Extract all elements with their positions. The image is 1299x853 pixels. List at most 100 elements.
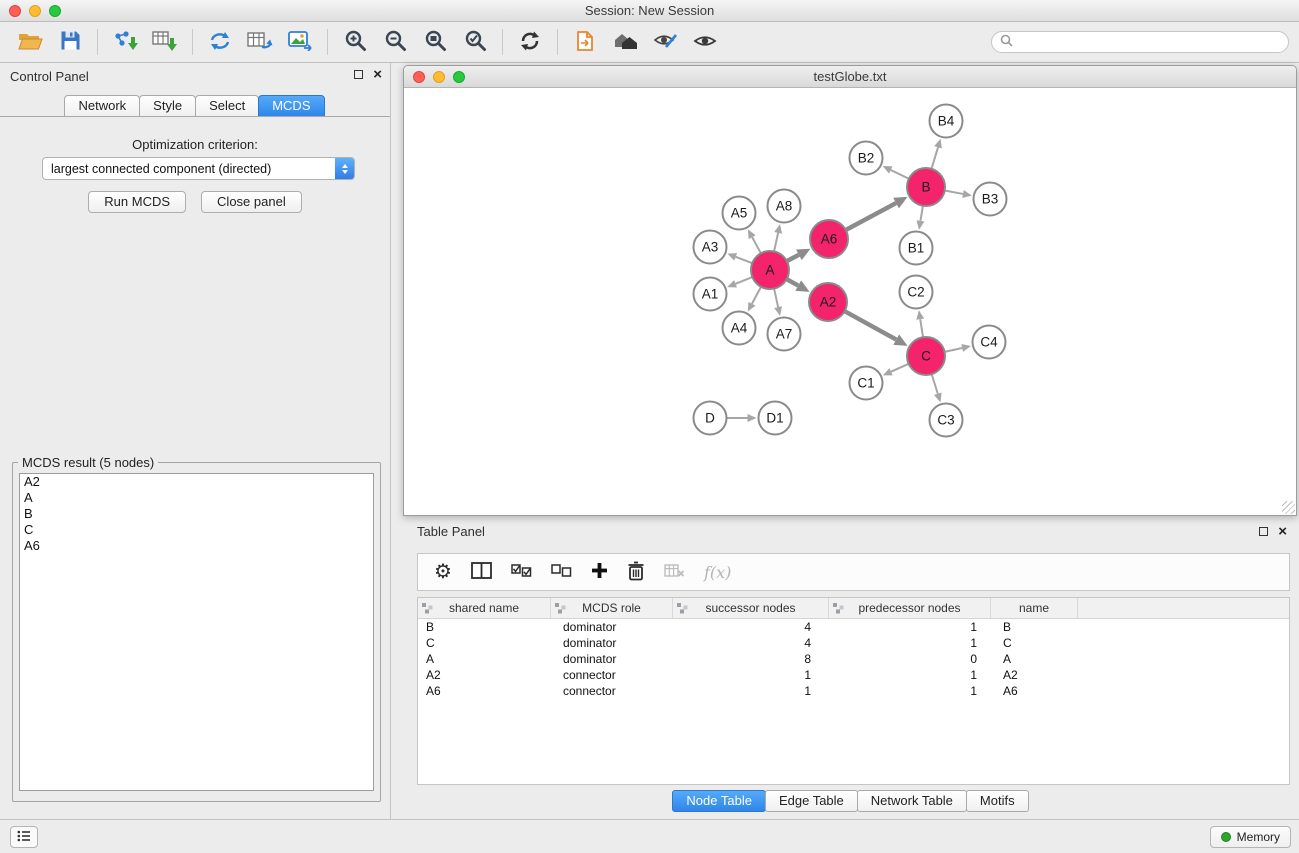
save-session-button[interactable] xyxy=(50,25,90,59)
titlebar: Session: New Session xyxy=(0,0,1299,22)
tab-style[interactable]: Style xyxy=(139,95,196,117)
table-row[interactable]: Bdominator41B xyxy=(418,619,1289,635)
mcds-result-list[interactable]: A2ABCA6 xyxy=(19,473,374,791)
table-row[interactable]: A6connector11A6 xyxy=(418,683,1289,699)
function-builder-button[interactable]: f(x) xyxy=(704,563,731,582)
zoom-in-button[interactable] xyxy=(335,25,375,59)
column-header-name[interactable]: name xyxy=(991,598,1078,618)
table-cell: connector xyxy=(551,683,673,699)
graph-edge[interactable] xyxy=(945,191,963,194)
graph-edge[interactable] xyxy=(774,289,778,308)
tab-network-table[interactable]: Network Table xyxy=(857,790,967,812)
control-panel-tabs: Network Style Select MCDS xyxy=(0,95,390,117)
table-cell: 1 xyxy=(829,619,991,635)
task-history-button[interactable] xyxy=(10,826,38,848)
import-network-table-button[interactable] xyxy=(240,25,280,59)
graph-edge[interactable] xyxy=(787,279,799,285)
show-hide-button[interactable] xyxy=(685,25,725,59)
table-close-panel-icon[interactable]: × xyxy=(1278,527,1287,536)
column-header-mcds-role[interactable]: MCDS role xyxy=(551,598,673,618)
network-graph[interactable]: B4B2BB3A5A8A6B1A3AC2A1A2A4A7C4CC1C3DD1 xyxy=(404,88,1296,515)
annotation-button[interactable] xyxy=(645,25,685,59)
graph-edge[interactable] xyxy=(752,287,761,304)
minimize-window-button[interactable] xyxy=(29,5,41,17)
export-image-button[interactable] xyxy=(280,25,320,59)
open-session-button[interactable] xyxy=(10,25,50,59)
mcds-result-item[interactable]: A6 xyxy=(20,538,373,554)
column-header-predecessor-nodes[interactable]: predecessor nodes xyxy=(829,598,991,618)
zoom-selected-button[interactable] xyxy=(455,25,495,59)
create-column-button[interactable] xyxy=(591,562,608,582)
tab-edge-table[interactable]: Edge Table xyxy=(765,790,858,812)
graph-edge[interactable] xyxy=(774,233,778,252)
run-mcds-button[interactable]: Run MCDS xyxy=(88,191,186,213)
zoom-in-icon xyxy=(344,29,367,55)
graph-node-label: B xyxy=(921,180,930,195)
tab-network[interactable]: Network xyxy=(64,95,140,117)
graph-edge[interactable] xyxy=(846,203,896,230)
tab-select[interactable]: Select xyxy=(195,95,259,117)
import-network-button[interactable] xyxy=(105,25,145,59)
column-visibility-button[interactable] xyxy=(471,562,492,582)
close-window-button[interactable] xyxy=(9,5,21,17)
table-body: Bdominator41BCdominator41CAdominator80AA… xyxy=(418,619,1289,699)
network-zoom-button[interactable] xyxy=(453,71,465,83)
resize-grip-icon[interactable] xyxy=(1282,501,1295,514)
table-row[interactable]: A2connector11A2 xyxy=(418,667,1289,683)
eye-icon xyxy=(693,32,717,53)
status-bar: Memory xyxy=(0,819,1299,853)
clone-network-button[interactable] xyxy=(200,25,240,59)
column-header-shared-name[interactable]: shared name xyxy=(418,598,551,618)
zoom-out-button[interactable] xyxy=(375,25,415,59)
zoom-fit-button[interactable] xyxy=(415,25,455,59)
network-close-button[interactable] xyxy=(413,71,425,83)
graph-edge[interactable] xyxy=(752,237,761,253)
table-cell: C xyxy=(418,635,551,651)
tab-mcds[interactable]: MCDS xyxy=(258,95,324,117)
edge-arrowhead-icon xyxy=(727,253,737,260)
graph-edge[interactable] xyxy=(932,147,939,168)
select-all-rows-button[interactable] xyxy=(511,564,532,581)
graph-edge[interactable] xyxy=(787,255,799,261)
graph-edge[interactable] xyxy=(845,311,897,339)
float-panel-icon[interactable] xyxy=(354,70,363,79)
graph-edge[interactable] xyxy=(736,257,753,263)
table-cell: 1 xyxy=(829,635,991,651)
memory-button[interactable]: Memory xyxy=(1210,826,1291,848)
zoom-window-button[interactable] xyxy=(49,5,61,17)
criterion-dropdown[interactable]: largest connected component (directed) xyxy=(42,157,355,180)
open-session-file-button[interactable] xyxy=(565,25,605,59)
graph-edge[interactable] xyxy=(736,277,753,284)
graph-edge[interactable] xyxy=(932,374,938,394)
refresh-view-button[interactable] xyxy=(510,25,550,59)
mcds-result-item[interactable]: A xyxy=(20,490,373,506)
graph-edge[interactable] xyxy=(891,364,909,372)
delete-column-button[interactable] xyxy=(627,561,645,584)
delete-table-button[interactable] xyxy=(664,563,685,581)
close-panel-icon[interactable]: × xyxy=(373,70,382,79)
import-table-button[interactable] xyxy=(145,25,185,59)
graph-node-label: B4 xyxy=(938,114,955,129)
table-cell: B xyxy=(418,619,551,635)
mcds-result-item[interactable]: A2 xyxy=(20,474,373,490)
table-row[interactable]: Adominator80A xyxy=(418,651,1289,667)
table-settings-button[interactable]: ⚙ xyxy=(434,562,452,582)
graph-edge[interactable] xyxy=(920,206,922,221)
close-panel-button[interactable]: Close panel xyxy=(201,191,302,213)
table-row[interactable]: Cdominator41C xyxy=(418,635,1289,651)
tab-node-table[interactable]: Node Table xyxy=(672,790,766,812)
graph-edge[interactable] xyxy=(920,319,923,337)
document-arrow-icon xyxy=(574,30,596,55)
tab-motifs[interactable]: Motifs xyxy=(966,790,1029,812)
home-button[interactable] xyxy=(605,25,645,59)
table-float-panel-icon[interactable] xyxy=(1259,527,1268,536)
network-minimize-button[interactable] xyxy=(433,71,445,83)
network-canvas[interactable]: B4B2BB3A5A8A6B1A3AC2A1A2A4A7C4CC1C3DD1 xyxy=(404,88,1296,515)
column-header-successor-nodes[interactable]: successor nodes xyxy=(673,598,829,618)
mcds-result-item[interactable]: C xyxy=(20,522,373,538)
deselect-all-rows-button[interactable] xyxy=(551,564,572,581)
mcds-result-item[interactable]: B xyxy=(20,506,373,522)
graph-edge[interactable] xyxy=(891,170,909,179)
graph-edge[interactable] xyxy=(945,348,963,352)
search-input[interactable] xyxy=(1018,35,1280,49)
